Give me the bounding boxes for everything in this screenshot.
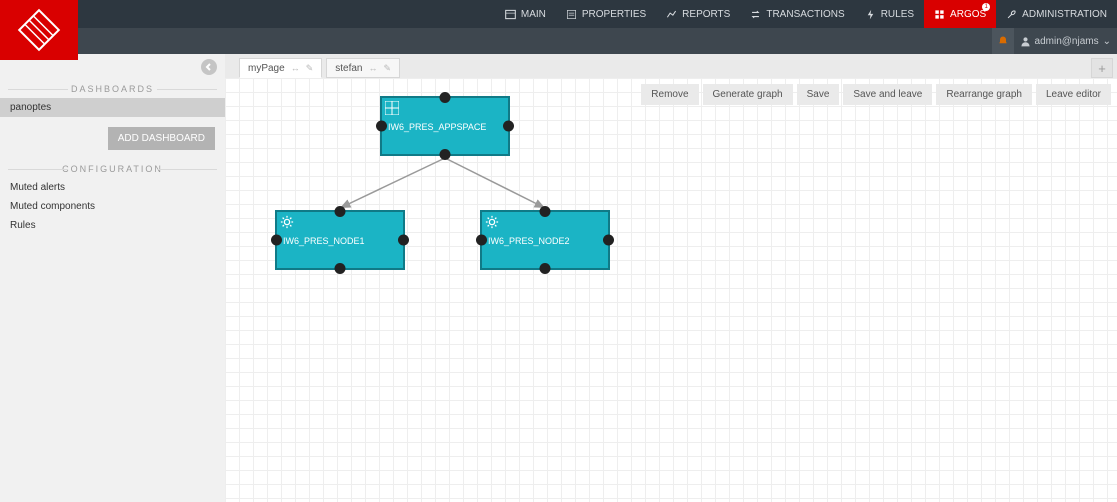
tab-label: myPage — [248, 63, 285, 74]
node-handle-top[interactable] — [540, 206, 551, 217]
graph-edges — [225, 78, 1117, 502]
dashboard-icon — [934, 9, 945, 20]
tab-mypage[interactable]: myPage ↔ ✎ — [239, 58, 322, 78]
alert-indicator[interactable] — [992, 28, 1014, 54]
add-tab-button[interactable]: + — [1091, 58, 1113, 78]
node-handle-top[interactable] — [335, 206, 346, 217]
leave-editor-button[interactable]: Leave editor — [1036, 84, 1111, 105]
logo-icon — [14, 5, 65, 56]
canvas-toolbar: Remove Generate graph Save Save and leav… — [641, 84, 1111, 105]
nav-label: MAIN — [521, 9, 546, 20]
nav-rules[interactable]: RULES — [855, 0, 924, 28]
nav-transactions[interactable]: TRANSACTIONS — [740, 0, 854, 28]
bell-icon — [997, 35, 1009, 47]
tab-label: stefan — [335, 63, 362, 74]
configuration-heading: CONFIGURATION — [0, 164, 225, 174]
nav-label: PROPERTIES — [582, 9, 646, 20]
node-handle-bottom[interactable] — [440, 149, 451, 160]
remove-button[interactable]: Remove — [641, 84, 698, 105]
sidebar-item-muted-components[interactable]: Muted components — [0, 197, 225, 216]
graph-node-node1[interactable]: IW6_PRES_NODE1 — [275, 210, 405, 270]
add-dashboard-button[interactable]: ADD DASHBOARD — [108, 127, 215, 150]
sidebar: DASHBOARDS panoptes ADD DASHBOARD CONFIG… — [0, 54, 225, 502]
node-label: IW6_PRES_NODE2 — [488, 236, 602, 246]
edit-icon[interactable]: ✎ — [383, 63, 391, 74]
dashboards-heading: DASHBOARDS — [0, 84, 225, 94]
node-handle-right[interactable] — [503, 121, 514, 132]
nav-label: RULES — [881, 9, 914, 20]
node-handle-top[interactable] — [440, 92, 451, 103]
user-menu[interactable]: admin@njams ⌄ — [1020, 36, 1111, 47]
graph-node-appspace[interactable]: IW6_PRES_APPSPACE — [380, 96, 510, 156]
move-icon[interactable]: ↔ — [368, 63, 377, 73]
nav-argos[interactable]: ARGOS 1 — [924, 0, 996, 28]
nav-properties[interactable]: PROPERTIES — [556, 0, 656, 28]
save-button[interactable]: Save — [797, 84, 840, 105]
node-handle-right[interactable] — [398, 235, 409, 246]
nav-label: TRANSACTIONS — [766, 9, 844, 20]
node-handle-bottom[interactable] — [335, 263, 346, 274]
node-label: IW6_PRES_APPSPACE — [388, 122, 502, 132]
gear-icon — [280, 215, 294, 229]
chart-icon — [666, 9, 677, 20]
nav-reports[interactable]: REPORTS — [656, 0, 740, 28]
move-icon[interactable]: ↔ — [291, 63, 300, 73]
notification-badge: 1 — [982, 3, 990, 11]
sidebar-item-dashboard[interactable]: panoptes — [0, 98, 225, 117]
second-bar: admin@njams ⌄ — [0, 28, 1117, 54]
sidebar-collapse-button[interactable] — [201, 59, 217, 75]
app-logo[interactable] — [0, 0, 78, 60]
nav-main[interactable]: MAIN — [495, 0, 556, 28]
rearrange-graph-button[interactable]: Rearrange graph — [936, 84, 1032, 105]
edit-icon[interactable]: ✎ — [306, 63, 314, 74]
tab-stefan[interactable]: stefan ↔ ✎ — [326, 58, 400, 78]
tabs-bar: myPage ↔ ✎ stefan ↔ ✎ + — [225, 54, 1117, 78]
wrench-icon — [1006, 9, 1017, 20]
node-label: IW6_PRES_NODE1 — [283, 236, 397, 246]
node-handle-left[interactable] — [376, 121, 387, 132]
node-handle-left[interactable] — [271, 235, 282, 246]
nav-administration[interactable]: ADMINISTRATION — [996, 0, 1117, 28]
window-icon — [505, 9, 516, 20]
top-nav: MAIN PROPERTIES REPORTS TRANSACTIONS RUL… — [0, 0, 1117, 28]
bolt-icon — [865, 9, 876, 20]
arrow-left-icon — [204, 62, 214, 72]
save-and-leave-button[interactable]: Save and leave — [843, 84, 932, 105]
node-handle-right[interactable] — [603, 235, 614, 246]
graph-node-node2[interactable]: IW6_PRES_NODE2 — [480, 210, 610, 270]
sidebar-item-rules[interactable]: Rules — [0, 216, 225, 235]
user-icon — [1020, 36, 1031, 47]
nav-label: ADMINISTRATION — [1022, 9, 1107, 20]
sidebar-item-muted-alerts[interactable]: Muted alerts — [0, 178, 225, 197]
swap-icon — [750, 9, 761, 20]
nav-label: ARGOS — [950, 9, 986, 20]
nav-label: REPORTS — [682, 9, 730, 20]
gear-icon — [485, 215, 499, 229]
chevron-down-icon: ⌄ — [1103, 36, 1111, 47]
graph-canvas[interactable]: IW6_PRES_APPSPACE IW6_PRES_NODE1 IW6_PRE… — [225, 78, 1117, 502]
user-name: admin@njams — [1035, 36, 1099, 47]
node-handle-left[interactable] — [476, 235, 487, 246]
grid-icon — [385, 101, 399, 115]
generate-graph-button[interactable]: Generate graph — [703, 84, 793, 105]
node-handle-bottom[interactable] — [540, 263, 551, 274]
list-icon — [566, 9, 577, 20]
